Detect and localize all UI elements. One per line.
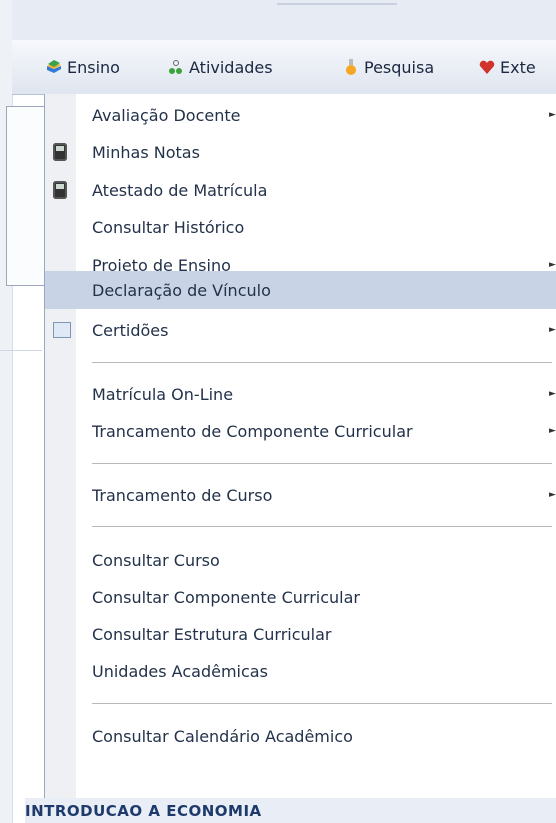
menu-item-label: Consultar Estrutura Curricular: [92, 624, 332, 644]
menu-item-atestado-matricula[interactable]: Atestado de Matrícula: [45, 173, 556, 207]
submenu-arrow-icon: ►: [549, 426, 556, 436]
menu-item-avaliacao-docente[interactable]: Avaliação Docente ►: [45, 98, 556, 132]
menu-item-unidades-academicas[interactable]: Unidades Acadêmicas: [45, 654, 556, 688]
menu-item-label: Consultar Calendário Acadêmico: [92, 726, 353, 746]
menu-ensino-label: Ensino: [67, 57, 120, 77]
menu-item-label: Trancamento de Curso: [92, 485, 273, 505]
background-panel: [6, 106, 45, 286]
menu-item-label: Unidades Acadêmicas: [92, 661, 268, 681]
menu-item-label: Consultar Componente Curricular: [92, 587, 360, 607]
menu-separator: [92, 362, 552, 363]
menu-separator: [92, 703, 552, 704]
submenu-arrow-icon: ►: [549, 490, 556, 500]
background-divider: [0, 350, 42, 351]
menu-pesquisa-label: Pesquisa: [364, 57, 435, 77]
menu-item-consultar-estrutura[interactable]: Consultar Estrutura Curricular: [45, 617, 556, 651]
certificate-icon: [53, 322, 71, 338]
menu-item-label: Avaliação Docente: [92, 105, 241, 125]
submenu-arrow-icon: ►: [549, 325, 556, 335]
main-menubar: Ensino Atividades Pesquisa Exte: [12, 40, 556, 95]
menu-atividades-label: Atividades: [189, 57, 273, 77]
submenu-arrow-icon: ►: [549, 260, 556, 270]
menu-item-declaracao-vinculo[interactable]: Declaração de Vínculo: [45, 271, 556, 309]
books-icon: [47, 60, 61, 73]
top-header-band: [12, 0, 556, 40]
menu-item-certidoes[interactable]: Certidões ►: [45, 313, 556, 347]
menu-item-label: Atestado de Matrícula: [92, 180, 268, 200]
course-title-header: INTRODUCAO A ECONOMIA: [25, 798, 556, 823]
heart-icon: [479, 60, 495, 74]
course-title: INTRODUCAO A ECONOMIA: [25, 801, 262, 820]
ensino-dropdown-menu: Avaliação Docente ► Minhas Notas Atestad…: [44, 94, 556, 798]
flask-icon: [346, 59, 356, 75]
menu-item-label: Declaração de Vínculo: [92, 280, 271, 300]
menu-item-consultar-curso[interactable]: Consultar Curso: [45, 543, 556, 577]
menu-item-trancamento-componente[interactable]: Trancamento de Componente Curricular ►: [45, 414, 556, 448]
phone-icon: [53, 181, 67, 199]
menu-pesquisa[interactable]: Pesquisa: [342, 54, 434, 80]
people-icon: [169, 60, 182, 74]
menu-item-consultar-componente[interactable]: Consultar Componente Curricular: [45, 580, 556, 614]
menu-ensino[interactable]: Ensino: [45, 54, 120, 80]
menu-item-label: Minhas Notas: [92, 142, 200, 162]
menu-item-label: Consultar Histórico: [92, 217, 245, 237]
menu-item-trancamento-curso[interactable]: Trancamento de Curso ►: [45, 478, 556, 512]
phone-icon: [53, 143, 67, 161]
submenu-arrow-icon: ►: [549, 110, 556, 120]
menu-extensao-label: Exte: [500, 57, 536, 77]
menu-item-calendario-academico[interactable]: Consultar Calendário Acadêmico: [45, 719, 556, 753]
menu-item-label: Consultar Curso: [92, 550, 220, 570]
menu-separator: [92, 463, 552, 464]
menu-atividades[interactable]: Atividades: [167, 54, 273, 80]
menu-separator: [92, 526, 552, 527]
menu-extensao[interactable]: Exte: [478, 54, 536, 80]
menu-item-label: Certidões: [92, 320, 169, 340]
submenu-arrow-icon: ►: [549, 389, 556, 399]
menu-item-label: Matrícula On-Line: [92, 384, 234, 404]
menu-item-label: Trancamento de Componente Curricular: [92, 421, 413, 441]
menu-item-minhas-notas[interactable]: Minhas Notas: [45, 135, 556, 169]
menu-item-consultar-historico[interactable]: Consultar Histórico: [45, 210, 556, 244]
menu-item-matricula-online[interactable]: Matrícula On-Line ►: [45, 377, 556, 411]
